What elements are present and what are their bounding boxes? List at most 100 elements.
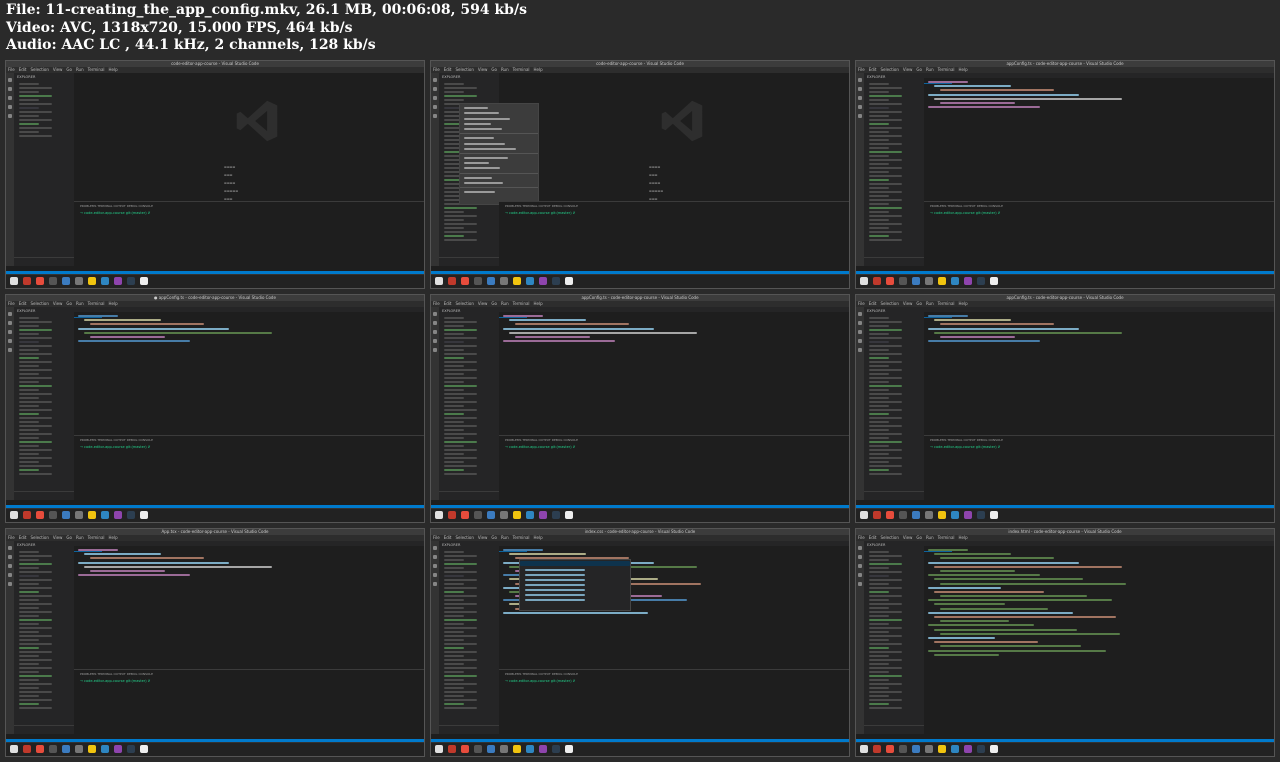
file-tree-item[interactable] <box>869 687 889 689</box>
file-tree-item[interactable] <box>19 445 39 447</box>
menu-item[interactable]: Edit <box>444 535 452 540</box>
file-tree-item[interactable] <box>869 389 889 391</box>
menu-item[interactable]: Run <box>501 301 509 306</box>
file-tree-item[interactable] <box>869 203 889 205</box>
file-tree-item[interactable] <box>19 405 39 407</box>
menu-item[interactable]: Help <box>959 67 968 72</box>
menu-item[interactable]: View <box>53 301 63 306</box>
terminal-icon[interactable] <box>990 745 998 753</box>
file-tree-item[interactable] <box>869 571 902 573</box>
explorer-icon[interactable] <box>433 312 437 316</box>
file-tree-item[interactable] <box>869 683 902 685</box>
suggestion-item[interactable] <box>525 589 585 591</box>
autocomplete-popup[interactable] <box>519 559 631 611</box>
file-tree-item[interactable] <box>869 635 902 637</box>
file-tree-item[interactable] <box>869 115 889 117</box>
menu-item[interactable]: Selection <box>30 535 48 540</box>
file-tree-item[interactable] <box>444 611 477 613</box>
file-tree-item[interactable] <box>444 219 464 221</box>
source-control-icon[interactable] <box>8 330 12 334</box>
file-tree-item[interactable] <box>444 461 464 463</box>
file-tree-item[interactable] <box>19 687 39 689</box>
app-icon[interactable] <box>75 277 83 285</box>
file-tree-item[interactable] <box>19 401 52 403</box>
context-menu-item[interactable] <box>464 142 505 145</box>
file-tree-item[interactable] <box>444 663 464 665</box>
file-tree-item[interactable] <box>444 337 477 339</box>
file-tree-item[interactable] <box>444 623 464 625</box>
menu-item[interactable]: Edit <box>869 67 877 72</box>
file-tree-item[interactable] <box>444 651 477 653</box>
file-tree-item[interactable] <box>444 559 464 561</box>
context-menu-item[interactable] <box>464 157 508 160</box>
app-icon[interactable] <box>49 277 57 285</box>
file-tree-item[interactable] <box>444 631 464 633</box>
chrome-icon[interactable] <box>88 745 96 753</box>
file-tree-item[interactable] <box>869 473 902 475</box>
context-menu-item[interactable] <box>464 167 500 170</box>
zoom-icon[interactable] <box>526 511 534 519</box>
terminal-icon[interactable] <box>565 511 573 519</box>
file-tree-item[interactable] <box>444 413 464 415</box>
menu-item[interactable]: Terminal <box>513 535 530 540</box>
file-tree-item[interactable] <box>19 91 39 93</box>
vscode-icon[interactable] <box>487 511 495 519</box>
file-tree-item[interactable] <box>19 551 39 553</box>
file-tree-item[interactable] <box>19 365 39 367</box>
file-tree-item[interactable] <box>444 437 464 439</box>
file-tree-item[interactable] <box>444 325 464 327</box>
file-tree-item[interactable] <box>444 707 477 709</box>
file-tree-item[interactable] <box>19 413 39 415</box>
menu-item[interactable]: Run <box>926 301 934 306</box>
file-tree-item[interactable] <box>869 353 902 355</box>
app-icon[interactable] <box>552 277 560 285</box>
file-tree-item[interactable] <box>19 87 52 89</box>
file-tree-item[interactable] <box>444 365 464 367</box>
file-tree-item[interactable] <box>19 417 52 419</box>
discord-icon[interactable] <box>114 745 122 753</box>
file-tree-item[interactable] <box>869 179 889 181</box>
file-tree-item[interactable] <box>869 703 889 705</box>
file-tree-item[interactable] <box>444 91 464 93</box>
file-tree-item[interactable] <box>19 679 39 681</box>
file-tree-item[interactable] <box>19 611 52 613</box>
files-icon[interactable] <box>435 511 443 519</box>
brave-icon[interactable] <box>873 277 881 285</box>
suggestion-item[interactable] <box>525 594 585 596</box>
brave-icon[interactable] <box>448 511 456 519</box>
file-tree-item[interactable] <box>869 421 889 423</box>
app-icon[interactable] <box>127 745 135 753</box>
file-tree-item[interactable] <box>869 329 902 331</box>
file-tree-item[interactable] <box>869 107 889 109</box>
extensions-icon[interactable] <box>858 114 862 118</box>
run-debug-icon[interactable] <box>433 105 437 109</box>
file-tree-item[interactable] <box>869 611 902 613</box>
file-tree-item[interactable] <box>869 321 902 323</box>
menu-item[interactable]: Run <box>76 67 84 72</box>
menu-item[interactable]: Go <box>66 67 72 72</box>
extensions-icon[interactable] <box>8 114 12 118</box>
discord-icon[interactable] <box>964 511 972 519</box>
search-icon[interactable] <box>858 321 862 325</box>
file-tree-item[interactable] <box>869 409 902 411</box>
file-tree-item[interactable] <box>444 647 464 649</box>
app-icon[interactable] <box>977 745 985 753</box>
app-icon[interactable] <box>977 511 985 519</box>
file-tree-item[interactable] <box>19 619 52 621</box>
menu-item[interactable]: Go <box>916 535 922 540</box>
menu-item[interactable]: View <box>903 67 913 72</box>
file-tree-item[interactable] <box>19 453 39 455</box>
file-tree-item[interactable] <box>19 603 52 605</box>
file-tree-item[interactable] <box>869 699 902 701</box>
panel-tabs[interactable]: PROBLEMS TERMINAL OUTPUT DEBUG CONSOLE <box>74 436 424 444</box>
discord-icon[interactable] <box>964 277 972 285</box>
file-tree-item[interactable] <box>869 405 889 407</box>
file-tree-item[interactable] <box>869 591 889 593</box>
file-tree-item[interactable] <box>869 325 889 327</box>
file-tree-item[interactable] <box>19 607 39 609</box>
file-tree-item[interactable] <box>444 643 477 645</box>
file-tree-item[interactable] <box>869 111 902 113</box>
zoom-icon[interactable] <box>526 277 534 285</box>
file-tree-item[interactable] <box>19 385 52 387</box>
discord-icon[interactable] <box>539 511 547 519</box>
